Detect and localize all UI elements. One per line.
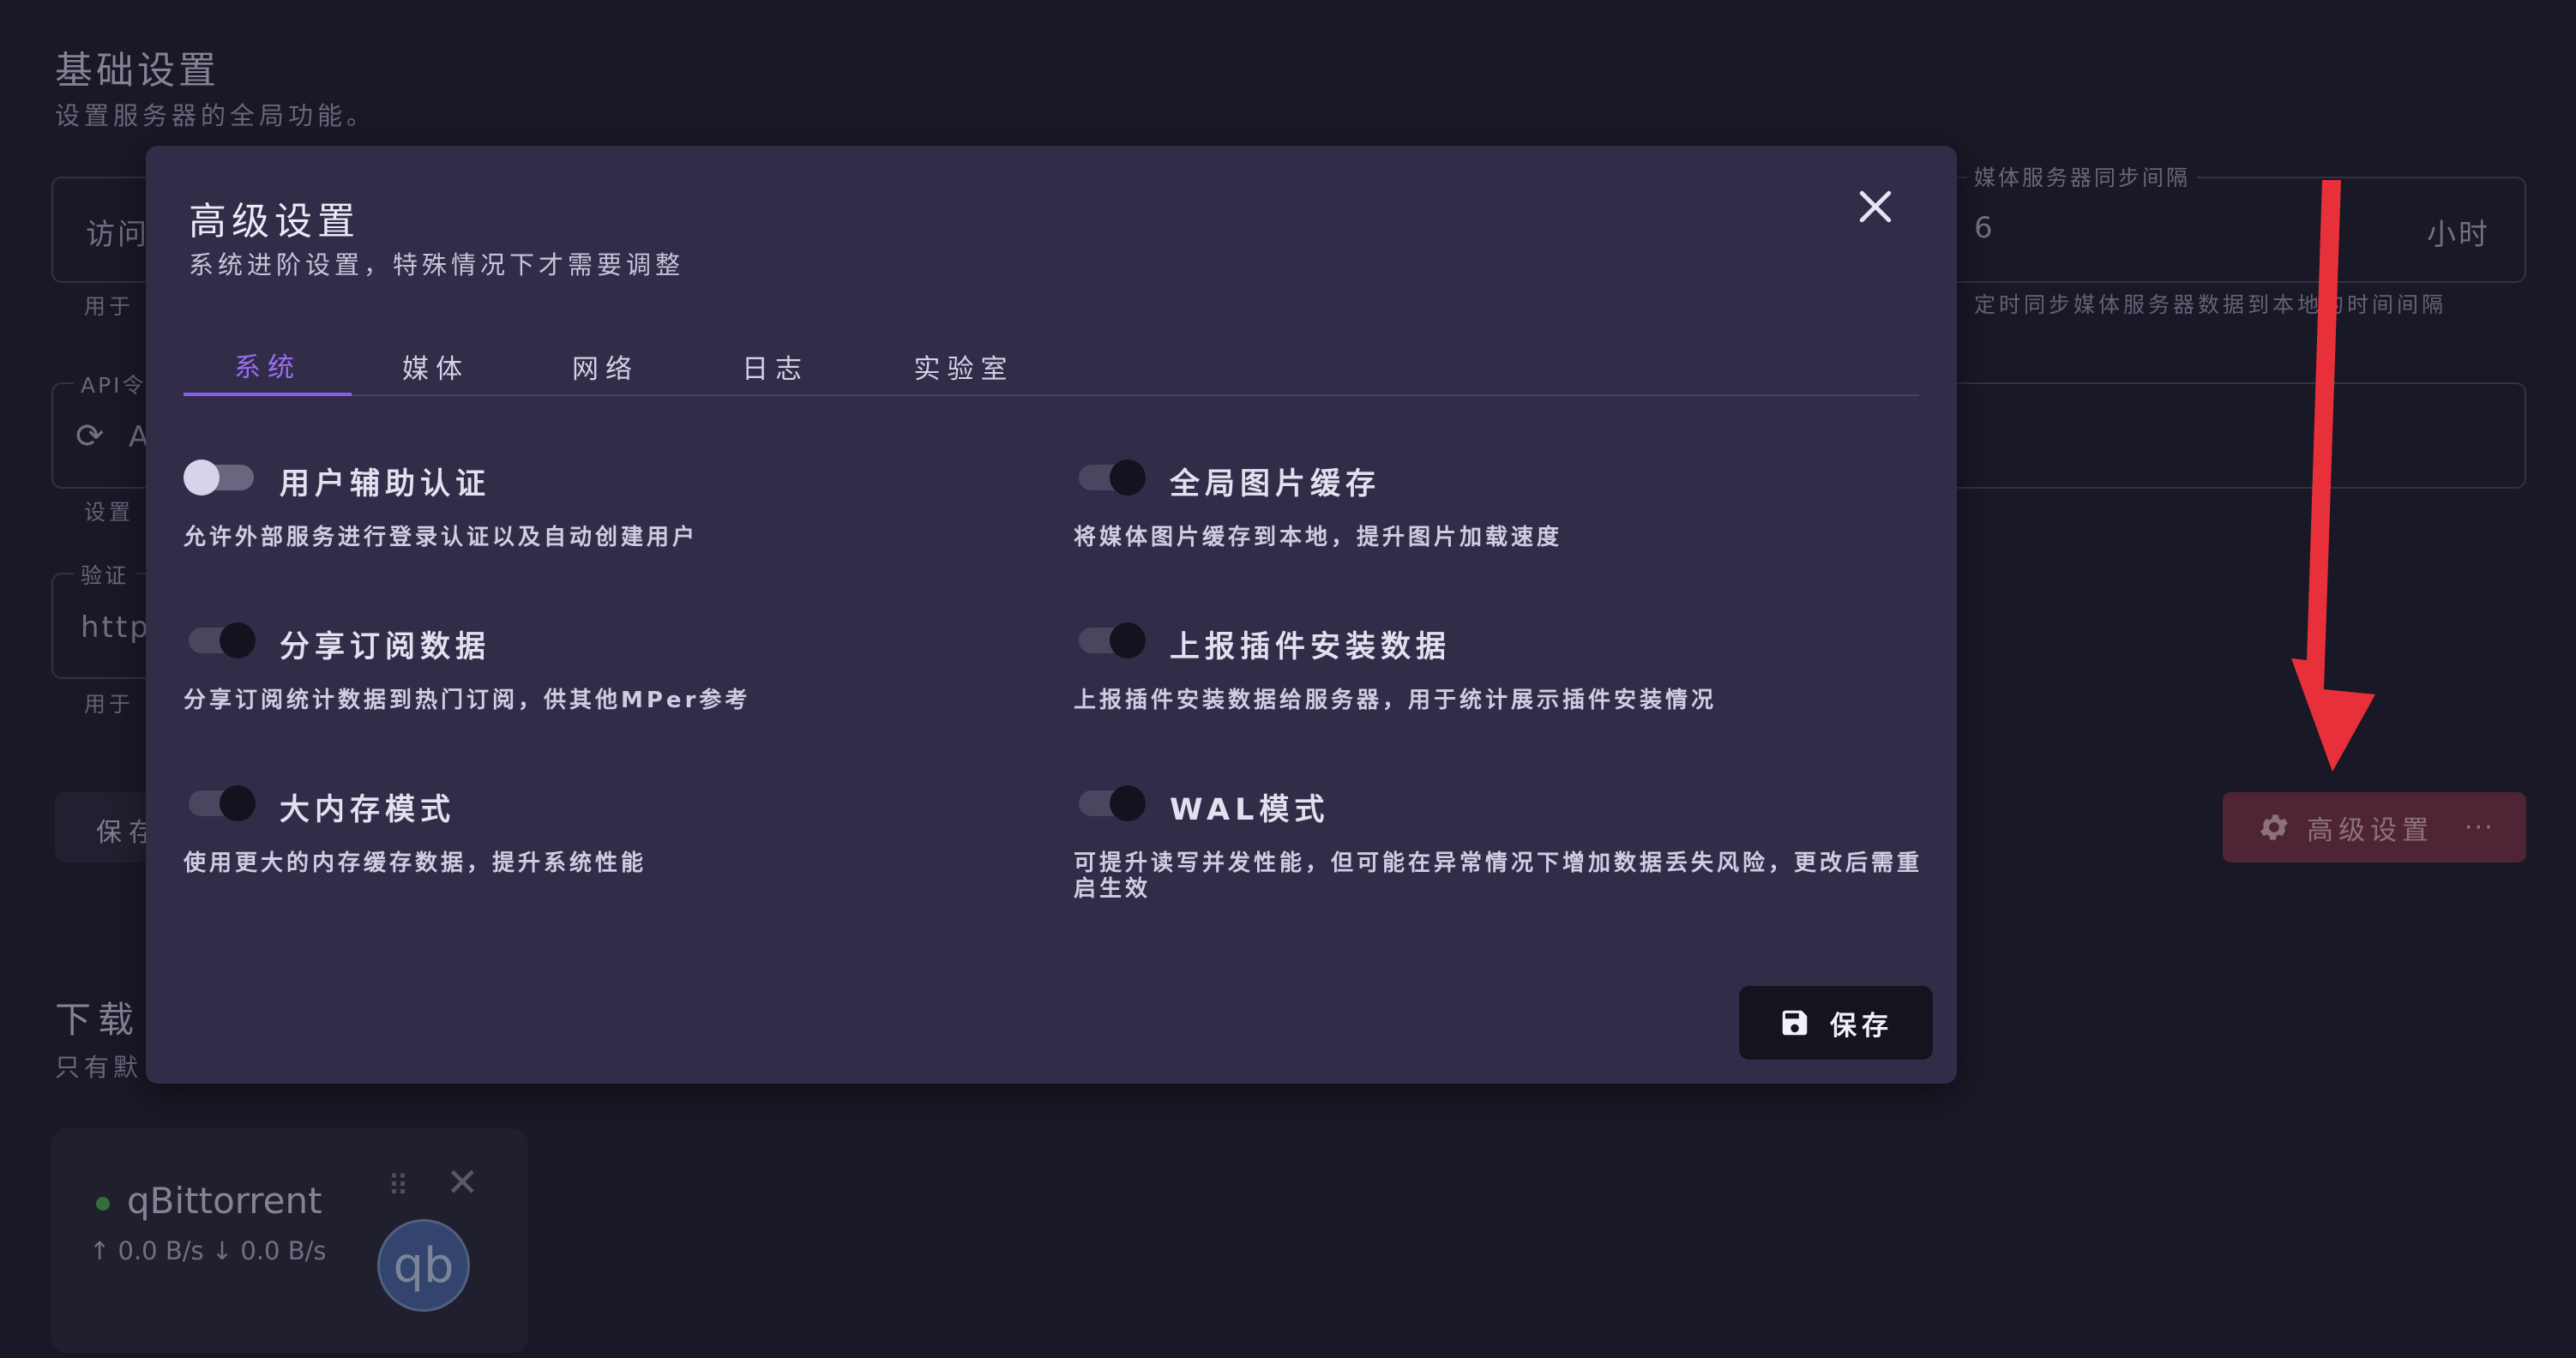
close-icon[interactable] [1852,183,1899,230]
tab-lab[interactable]: 实验室 [861,336,1067,396]
setting-label: 全局图片缓存 [1170,467,1381,502]
tab-system[interactable]: 系统 [184,336,352,396]
toggle-big-memory[interactable] [184,784,256,821]
setting-description: 使用更大的内存缓存数据，提升系统性能 [184,850,647,876]
save-icon [1782,1010,1808,1036]
setting-description: 可提升读写并发性能，但可能在异常情况下增加数据丢失风险，更改后需重启生效 [1074,850,1923,902]
save-button-label: 保存 [1830,1010,1893,1042]
setting-description: 允许外部服务进行登录认证以及自动创建用户 [184,525,699,550]
toggle-plugin-report[interactable] [1074,621,1146,658]
dialog-subtitle: 系统进阶设置，特殊情况下才需要调整 [189,250,685,279]
setting-label: 用户辅助认证 [280,467,491,502]
settings-tabs: 系统 媒体 网络 日志 实验室 [184,336,1919,396]
setting-description: 分享订阅统计数据到热门订阅，供其他MPer参考 [184,688,751,713]
toggle-wal-mode[interactable] [1074,784,1146,821]
toggle-image-cache[interactable] [1074,458,1146,496]
red-arrow-annotation [2291,180,2375,772]
tab-log[interactable]: 日志 [691,336,859,396]
setting-label: 分享订阅数据 [280,630,491,664]
setting-label: WAL模式 [1170,793,1330,827]
dialog-title: 高级设置 [189,200,360,243]
save-button[interactable]: 保存 [1739,986,1933,1060]
setting-description: 上报插件安装数据给服务器，用于统计展示插件安装情况 [1074,688,1718,713]
setting-description: 将媒体图片缓存到本地，提升图片加载速度 [1074,525,1563,550]
toggle-share-subscription[interactable] [184,621,256,658]
setting-label: 上报插件安装数据 [1170,630,1452,664]
advanced-settings-dialog: 高级设置 系统进阶设置，特殊情况下才需要调整 系统 媒体 网络 日志 实验室 用… [146,146,1957,1084]
toggle-user-auth[interactable] [184,458,256,496]
tab-media[interactable]: 媒体 [352,336,520,396]
setting-label: 大内存模式 [280,793,456,827]
tab-network[interactable]: 网络 [521,336,689,396]
